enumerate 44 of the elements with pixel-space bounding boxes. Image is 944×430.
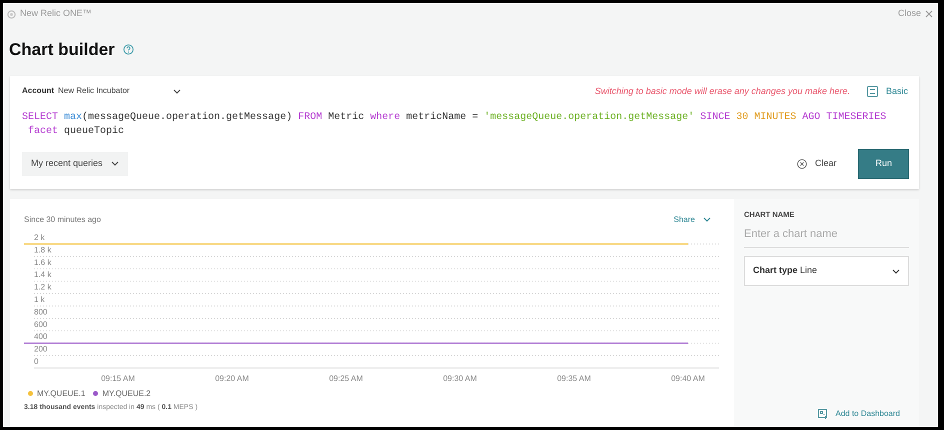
x-axis-label: 09:40 AM [671, 374, 705, 382]
query-editor[interactable]: SELECT max(messageQueue.operation.getMessage) FROM Metric where metricName = 'messageQueue.operation.getMessage' SINCE 30 MINUTES AGO TIMESERIES facet queueTopic [22, 111, 886, 139]
x-axis-label: 09:15 AM [101, 374, 135, 382]
chevron-down-icon [703, 217, 711, 222]
y-axis-label: 600 [34, 319, 48, 328]
y-axis-label: 2 k [34, 232, 45, 242]
basic-mode-button[interactable]: Basic [866, 84, 909, 99]
mode-warning: Switching to basic mode will erase any changes you make here. [594, 84, 850, 98]
x-axis-label: 09:35 AM [557, 374, 591, 382]
y-axis-label: 1 k [34, 294, 45, 304]
basic-mode-icon [866, 86, 878, 97]
add-to-dashboard-button[interactable]: Add to Dashboard [816, 407, 901, 421]
clear-button[interactable]: Clear [790, 156, 842, 172]
y-axis-label: 1.2 k [34, 282, 52, 292]
y-axis-label: 800 [34, 306, 48, 316]
x-axis-label: 09:25 AM [329, 374, 363, 382]
x-axis-label: 09:30 AM [443, 374, 477, 382]
account-select[interactable]: New Relic Incubator [58, 85, 181, 98]
y-axis-label: 1.8 k [34, 244, 52, 254]
chevron-down-icon [173, 88, 181, 94]
logo-icon [7, 10, 16, 18]
dashboard-icon [818, 409, 828, 419]
y-axis-label: 200 [34, 344, 48, 354]
legend-label: MY.QUEUE.2 [102, 388, 151, 400]
run-button[interactable]: Run [858, 149, 909, 178]
help-icon[interactable] [122, 44, 134, 56]
share-button[interactable]: Share [672, 212, 712, 226]
y-axis-label: 1.6 k [34, 257, 52, 266]
close-icon [925, 10, 933, 18]
x-axis-label: 09:20 AM [215, 374, 249, 382]
chart-type-select[interactable]: Chart type Line [744, 256, 909, 286]
y-axis-label: 400 [34, 332, 48, 341]
time-range-label: Since 30 minutes ago [24, 214, 101, 226]
account-label: Account [22, 85, 54, 98]
chevron-down-icon [892, 268, 900, 274]
y-axis-label: 1.4 k [34, 270, 52, 279]
page-title: Chart builder [9, 39, 115, 61]
legend-label: MY.QUEUE.1 [37, 388, 86, 400]
y-axis-label: 0 [34, 356, 38, 366]
clear-icon [796, 158, 807, 169]
chart-name-input[interactable]: Enter a chart name [744, 224, 909, 248]
chevron-down-icon [110, 161, 119, 166]
recent-queries-dropdown[interactable]: My recent queries [22, 152, 128, 176]
app-logo-text: New Relic ONE™ [20, 7, 92, 20]
